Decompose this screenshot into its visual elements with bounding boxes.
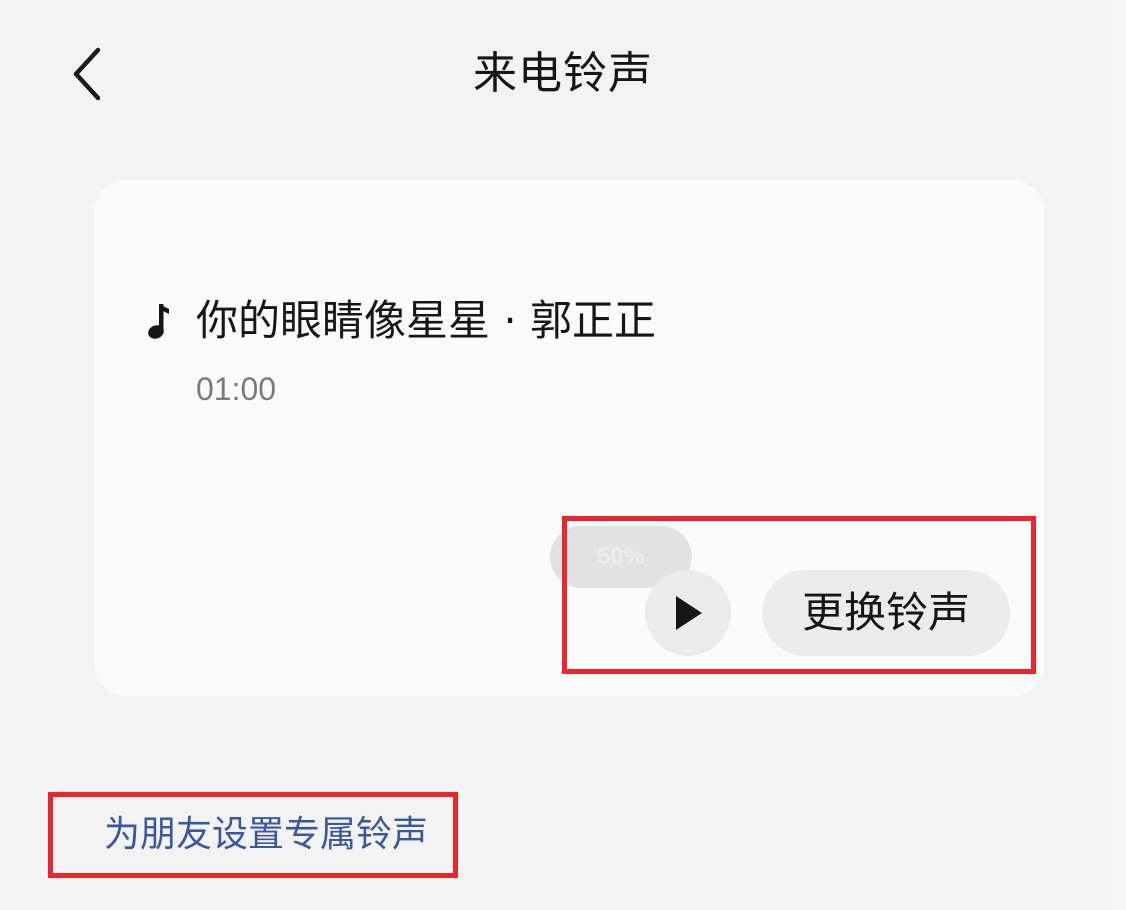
ringtone-title: 你的眼睛像星星 · 郭正正 [196, 296, 657, 345]
scroll-edge [1112, 0, 1126, 910]
ringtone-duration: 01:00 [196, 371, 277, 407]
play-icon [676, 596, 702, 630]
music-note-icon [148, 304, 169, 339]
page-title: 来电铃声 [473, 48, 653, 99]
play-button[interactable] [645, 570, 731, 656]
change-ringtone-button[interactable]: 更换铃声 [762, 570, 1010, 656]
set-friend-ringtone-link[interactable]: 为朋友设置专属铃声 [104, 806, 428, 864]
